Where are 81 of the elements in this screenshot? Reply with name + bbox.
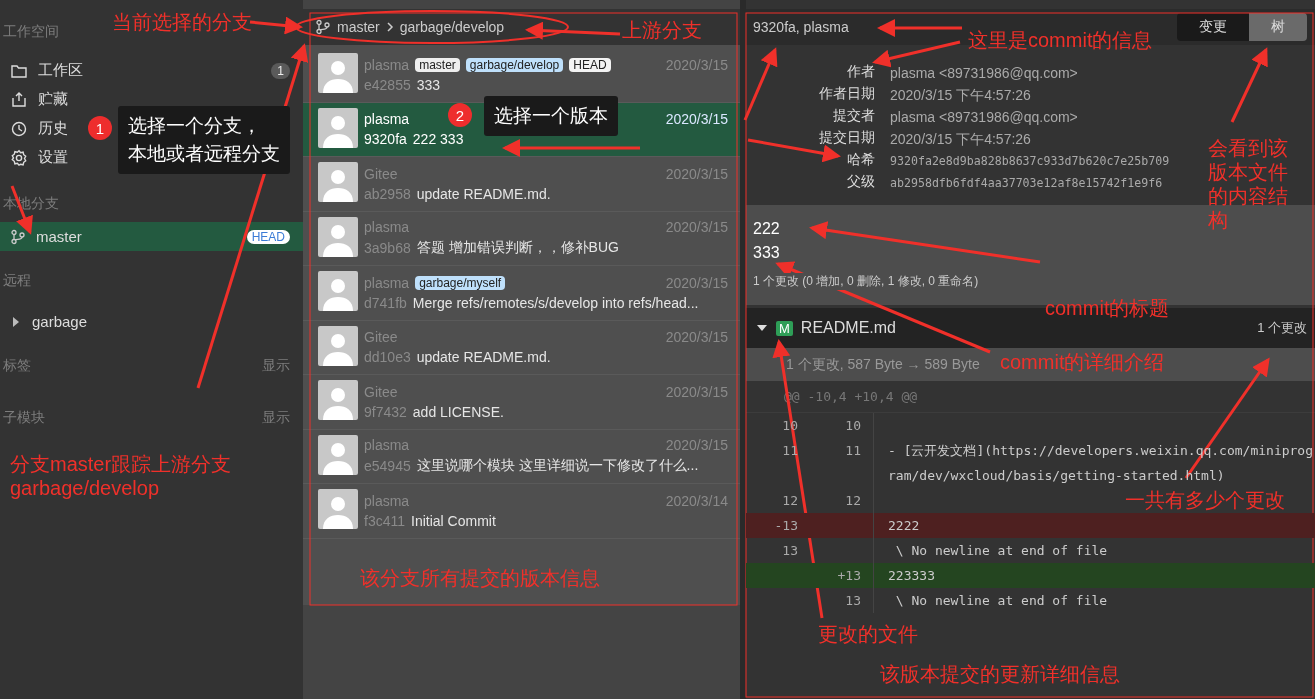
commit-message: Merge refs/remotes/s/develop into refs/head... (412, 294, 699, 311)
commit-hash: 3a9b68 (364, 240, 411, 257)
commit-author: plasma (364, 111, 410, 128)
field-value: 2020/3/15 下午4:57:26 (890, 130, 1031, 149)
commit-hash: e42855 (364, 76, 411, 93)
commit-hash: 9320fa (364, 131, 407, 148)
commit-date: 2020/3/14 (665, 492, 728, 509)
commit-date: 2020/3/15 (665, 274, 728, 291)
commit-hash: f3c411 (364, 512, 405, 529)
section-title: 标签 (3, 357, 31, 375)
annotation-text: commit的标题 (1045, 296, 1170, 320)
commit-message: 答题 增加错误判断，，修补BUG (416, 239, 619, 258)
commit-date: 2020/3/15 (665, 329, 728, 346)
tooltip-text: 本地或者远程分支 (128, 142, 280, 166)
commit-message: 222 333 (412, 131, 464, 148)
annotation-text: commit的详细介绍 (1000, 350, 1165, 374)
commit-date: 2020/3/15 (665, 56, 728, 73)
annotation-text: 一共有多少个更改 (1125, 488, 1285, 512)
commit-hash: e54945 (364, 458, 411, 475)
field-label: 父级 (846, 173, 875, 191)
annotation-text: 上游分支 (622, 18, 702, 42)
ref-tag: HEAD (569, 57, 611, 72)
commit-date: 2020/3/15 (665, 219, 728, 236)
commit-title: 9320fa, plasma (753, 19, 850, 35)
annotation-text: 该分支所有提交的版本信息 (360, 566, 600, 590)
commit-date: 2020/3/15 (665, 383, 728, 400)
section-title: 子模块 (3, 409, 45, 427)
field-value: plasma <89731986@qq.com> (890, 64, 1078, 83)
commit-message: add LICENSE. (412, 403, 504, 420)
commit-author: plasma (364, 56, 410, 73)
commit-author: plasma (364, 274, 410, 291)
message-line: 333 (753, 243, 780, 263)
field-value: ab2958dfb6fdf4aa37703e12af8e15742f1e9f6 (890, 175, 1163, 192)
field-label: 提交日期 (818, 129, 875, 147)
annotation-text: 该版本提交的更新详细信息 (880, 662, 1120, 686)
field-label: 提交者 (832, 107, 875, 125)
commit-message: 这里说哪个模块 这里详细说一下修改了什么... (416, 457, 699, 476)
commit-hash: ab2958 (364, 185, 411, 202)
commit-message: 333 (416, 76, 441, 93)
annotation-text: 当前选择的分支 (112, 10, 252, 34)
ref-tag: garbage/myself (415, 275, 506, 290)
commit-message: Initial Commit (411, 512, 496, 529)
field-label: 作者 (846, 63, 875, 81)
upstream-branch: garbage/develop (399, 19, 505, 35)
change-count: 1 个更改 (1257, 319, 1307, 337)
file-meta: 1 个更改, 587 Byte → 589 Byte (786, 355, 980, 374)
annotation-text: 会看到该版本文件的内容结构 (1208, 136, 1289, 232)
commit-date: 2020/3/15 (665, 111, 728, 128)
section-title: 工作空间 (3, 23, 59, 41)
commit-date: 2020/3/15 (665, 165, 728, 182)
commit-hash: dd10e3 (364, 349, 411, 366)
diff-line: 13 \ No newline at end of file (746, 588, 1315, 613)
field-value: plasma <89731986@qq.com> (890, 108, 1078, 127)
section-title: 远程 (3, 272, 31, 290)
commit-author: Gitee (364, 383, 398, 400)
field-value: 2020/3/15 下午4:57:26 (890, 86, 1031, 105)
commit-message: update README.md. (416, 349, 551, 366)
commit-author: plasma (364, 437, 410, 454)
field-label: 作者日期 (818, 85, 875, 103)
field-value: 9320fa2e8d9ba828b8637c933d7b620c7e25b709 (890, 153, 1170, 170)
commit-message: update README.md. (416, 185, 551, 202)
current-branch: master (337, 19, 380, 35)
commit-hash: d741fb (364, 294, 407, 311)
commit-hash: 9f7432 (364, 403, 407, 420)
tooltip-text: 选择一个版本 (494, 104, 608, 128)
ref-tag: garbage/develop (465, 57, 564, 72)
field-label: 哈希 (846, 151, 875, 169)
commit-author: Gitee (364, 329, 398, 346)
commit-date: 2020/3/15 (665, 437, 728, 454)
annotation-text: 更改的文件 (818, 622, 918, 646)
annotation-text: 分支master跟踪上游分支 garbage/develop (10, 452, 233, 500)
count-badge: 1 (271, 62, 290, 79)
ref-tag: master (415, 57, 460, 72)
status-badge: M (776, 320, 793, 336)
tooltip-text: 选择一个分支， (128, 114, 262, 138)
annotation-text: 这里是commit的信息 (968, 28, 1153, 52)
message-line: 222 (753, 219, 780, 239)
commit-author: plasma (364, 492, 410, 509)
head-tag: HEAD (246, 229, 290, 244)
commit-author: plasma (364, 219, 410, 236)
commit-author: Gitee (364, 165, 398, 182)
